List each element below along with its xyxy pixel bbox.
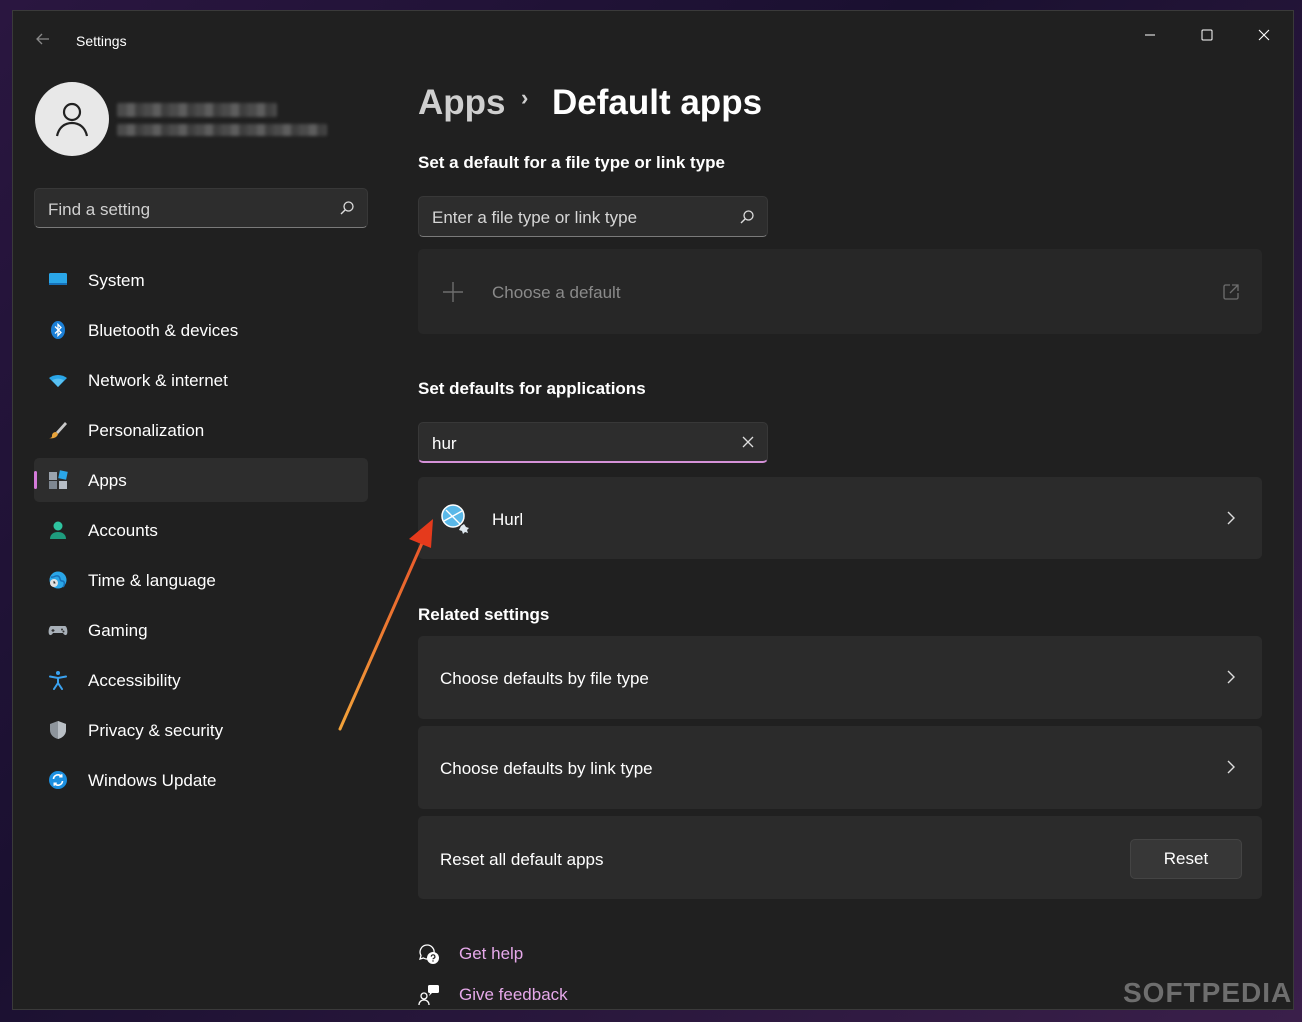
sidebar-item-label: Time & language (88, 571, 216, 590)
reset-button[interactable]: Reset (1130, 839, 1242, 879)
chevron-right-icon: › (521, 85, 529, 110)
gamepad-icon (48, 620, 68, 640)
user-email-redacted (117, 124, 327, 136)
sidebar-item-label: Bluetooth & devices (88, 321, 239, 340)
sidebar-item-windows-update[interactable]: Windows Update (34, 758, 368, 802)
search-icon[interactable] (339, 200, 355, 221)
defaults-by-link-type[interactable]: Choose defaults by link type (418, 726, 1262, 809)
related-section-title: Related settings (418, 605, 550, 624)
related-item-label: Choose defaults by link type (440, 759, 653, 778)
wifi-icon (48, 370, 68, 390)
find-setting-placeholder: Find a setting (48, 200, 151, 219)
app-result-hurl[interactable]: Hurl (418, 477, 1262, 559)
page-title: Default apps (552, 83, 763, 122)
window-title: Settings (76, 33, 127, 49)
globe-clock-icon (48, 570, 68, 590)
breadcrumb-parent[interactable]: Apps (418, 83, 506, 122)
accessibility-icon (48, 670, 68, 690)
sidebar-item-bluetooth[interactable]: Bluetooth & devices (34, 308, 368, 352)
sidebar-item-privacy[interactable]: Privacy & security (34, 708, 368, 752)
reset-defaults-card: Reset all default apps Reset (418, 816, 1262, 899)
person-icon (55, 102, 89, 137)
sidebar-item-network[interactable]: Network & internet (34, 358, 368, 402)
back-arrow-icon[interactable] (33, 31, 53, 51)
sidebar-item-system[interactable]: System (34, 258, 368, 302)
clear-icon[interactable] (741, 435, 755, 454)
chevron-right-icon (1224, 760, 1238, 774)
minimize-button[interactable] (1127, 19, 1173, 51)
help-chat-icon (418, 943, 440, 965)
sidebar-item-gaming[interactable]: Gaming (34, 608, 368, 652)
avatar[interactable] (35, 82, 109, 156)
sidebar-item-label: Accessibility (88, 671, 181, 690)
defaults-by-file-type[interactable]: Choose defaults by file type (418, 636, 1262, 719)
reset-label: Reset all default apps (440, 850, 604, 869)
sidebar-item-label: Network & internet (88, 371, 228, 390)
filetype-section-title: Set a default for a file type or link ty… (418, 153, 726, 172)
chevron-right-icon (1224, 670, 1238, 684)
sidebar-item-label: Accounts (88, 521, 158, 540)
person-icon (48, 520, 68, 540)
apps-icon (48, 470, 68, 490)
title-bar: Settings (13, 11, 1293, 57)
sidebar-item-personalization[interactable]: Personalization (34, 408, 368, 452)
find-setting-search[interactable]: Find a setting (34, 188, 368, 228)
bluetooth-icon (48, 320, 68, 340)
sidebar-item-label: Gaming (88, 621, 148, 640)
sidebar-item-accounts[interactable]: Accounts (34, 508, 368, 552)
sidebar-item-label: Privacy & security (88, 721, 224, 740)
sidebar-item-apps[interactable]: Apps (34, 458, 368, 502)
sidebar-item-label: Windows Update (88, 771, 217, 790)
choose-default-label: Choose a default (492, 283, 621, 302)
sidebar-item-label: Apps (88, 471, 127, 490)
user-name-redacted (117, 103, 277, 117)
settings-window: Settings Find a setting System Bluetooth… (12, 10, 1294, 1010)
selection-indicator (34, 471, 37, 489)
close-button[interactable] (1241, 19, 1287, 51)
maximize-button[interactable] (1184, 19, 1230, 51)
get-help-label: Get help (459, 944, 524, 963)
brush-icon (48, 420, 68, 440)
sidebar-item-label: System (88, 271, 145, 290)
filetype-search-placeholder: Enter a file type or link type (432, 208, 638, 227)
search-icon[interactable] (739, 209, 755, 230)
apps-search-input[interactable]: hur (418, 422, 768, 463)
shield-icon (48, 720, 68, 740)
sidebar-item-label: Personalization (88, 421, 205, 440)
breadcrumb: Apps › Default apps (418, 83, 762, 123)
give-feedback-label: Give feedback (459, 985, 568, 1004)
watermark-logo: SOFTPEDIA (1123, 977, 1293, 1008)
related-item-label: Choose defaults by file type (440, 669, 649, 688)
choose-default-card: Choose a default (418, 249, 1262, 334)
system-icon (48, 270, 68, 290)
sidebar-item-time-language[interactable]: Time & language (34, 558, 368, 602)
hurl-app-icon (438, 501, 472, 540)
chevron-right-icon (1224, 511, 1238, 525)
feedback-icon (418, 984, 440, 1006)
open-external-icon (1222, 283, 1240, 306)
apps-search-value: hur (432, 434, 457, 453)
app-result-name: Hurl (492, 510, 524, 529)
refresh-icon (48, 770, 68, 790)
filetype-search-input[interactable]: Enter a file type or link type (418, 196, 768, 237)
sidebar-item-accessibility[interactable]: Accessibility (34, 658, 368, 702)
apps-section-title: Set defaults for applications (418, 379, 646, 398)
plus-icon (442, 281, 464, 308)
